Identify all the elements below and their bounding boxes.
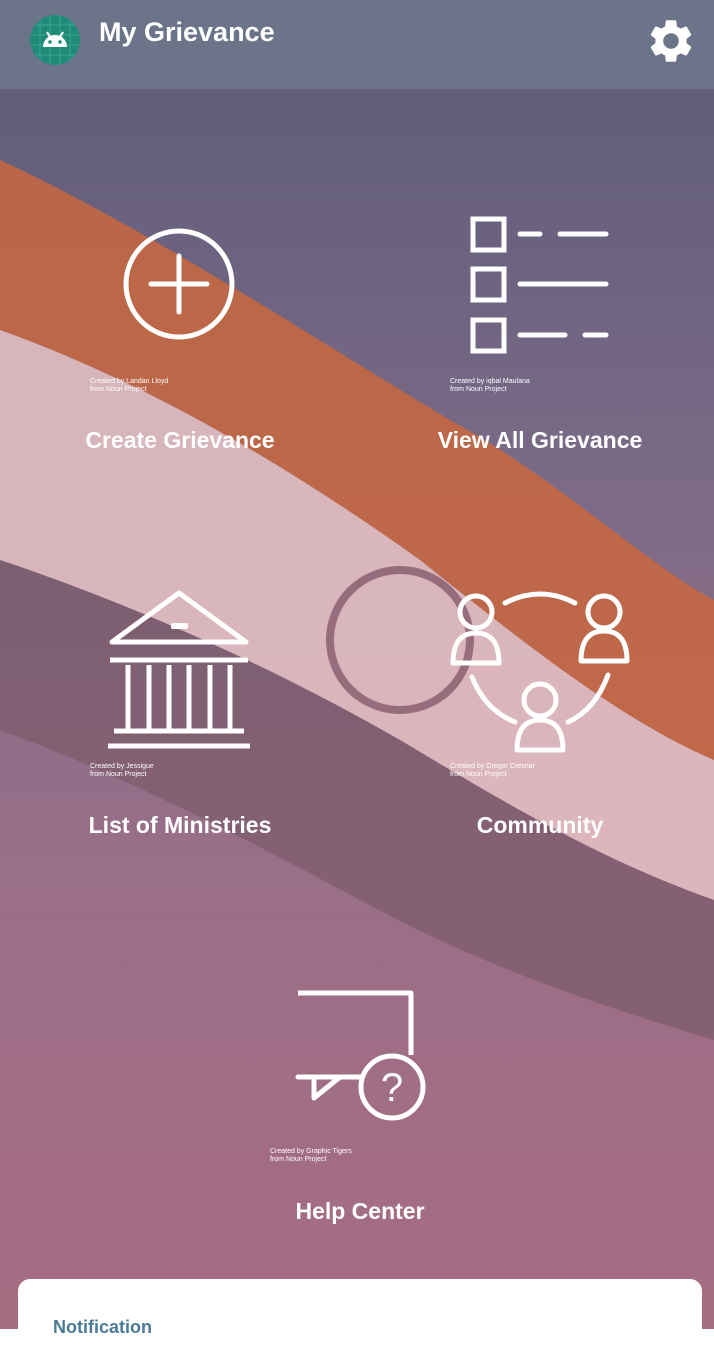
gear-icon[interactable] <box>645 15 697 67</box>
icon-credit: Created by Landan Lloyd from Noun Project <box>90 378 169 393</box>
create-grievance-label: Create Grievance <box>85 427 275 453</box>
community-icon <box>450 591 630 753</box>
icon-credit: Created by Jessigue from Noun Project <box>90 763 154 778</box>
notification-card[interactable]: Notification <box>18 1279 702 1359</box>
svg-text:?: ? <box>381 1066 403 1110</box>
list-of-ministries-label: List of Ministries <box>88 812 272 838</box>
checklist-icon <box>470 216 609 354</box>
add-circle-icon <box>123 228 235 340</box>
list-of-ministries-tile[interactable]: Created by Jessigue from Noun Project Lis… <box>30 585 330 855</box>
view-all-grievance-label: View All Grievance <box>437 427 643 453</box>
view-all-grievance-tile[interactable]: Created by iqbal Maulana from Noun Projec… <box>390 210 690 470</box>
app-title: My Grievance <box>99 17 275 47</box>
android-icon <box>30 15 80 65</box>
help-center-tile[interactable]: ? Created by Graphic Tigers from Noun Pro… <box>210 985 510 1240</box>
app-bar: My Grievance <box>0 0 714 89</box>
community-tile[interactable]: Created by Gregor Cresnar from Noun Proje… <box>390 585 690 855</box>
create-grievance-tile[interactable]: Created by Landan Lloyd from Noun Project… <box>30 210 330 470</box>
icon-credit: Created by iqbal Maulana from Noun Projec… <box>450 378 530 393</box>
help-chat-icon: ? <box>295 990 426 1121</box>
icon-credit: Created by Gregor Cresnar from Noun Proje… <box>450 763 535 778</box>
notification-title: Notification <box>53 1317 152 1337</box>
government-building-icon <box>108 590 250 749</box>
help-center-label: Help Center <box>295 1198 425 1224</box>
icon-credit: Created by Graphic Tigers from Noun Proje… <box>270 1148 352 1163</box>
community-label: Community <box>476 812 604 838</box>
